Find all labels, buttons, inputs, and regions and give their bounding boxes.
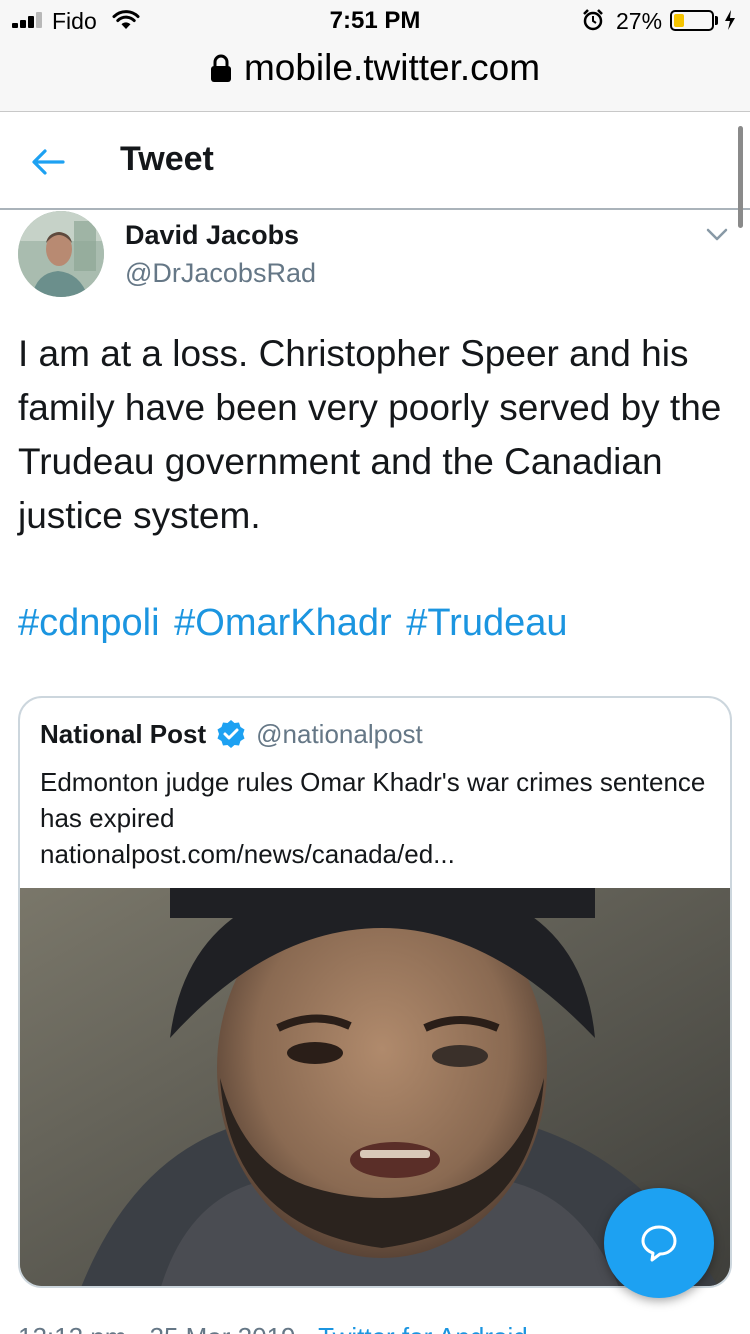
alarm-icon [583,9,603,31]
hashtag-list: #cdnpoli #OmarKhadr #Trudeau [18,596,738,650]
speech-bubble-icon [641,1225,677,1262]
avatar[interactable] [18,211,104,297]
battery-nub [715,16,718,25]
back-button[interactable] [26,140,70,184]
browser-chrome: Fido 7:51 PM 27% mobile.twitter.com [0,0,750,112]
page-header: Tweet [0,112,750,210]
author-name[interactable]: David Jacobs [125,220,299,251]
tweet-timestamp: 12:12 pm · 25 Mar 2019 · [18,1322,318,1334]
tweet-text: I am at a loss. Christopher Speer and hi… [18,333,722,536]
battery-percent: 27% [616,8,663,34]
page-title: Tweet [120,140,214,178]
quoted-tweet-link[interactable]: nationalpost.com/news/canada/ed... [40,836,710,872]
verified-badge-icon [217,720,245,748]
url-text: mobile.twitter.com [243,47,541,88]
battery-level-fill [674,14,684,27]
battery-icon [670,10,714,31]
back-arrow-icon [32,149,65,175]
hashtag-link[interactable]: #Trudeau [406,602,567,644]
quoted-tweet-header: National Post @nationalpost [40,716,423,752]
address-bar[interactable]: mobile.twitter.com [0,42,750,94]
tweet-source-link[interactable]: Twitter for Android [318,1322,528,1334]
compose-reply-button[interactable] [604,1188,714,1298]
status-bar: Fido 7:51 PM 27% [0,0,750,40]
lock-icon [210,54,231,82]
hashtag-link[interactable]: #OmarKhadr [174,602,392,644]
quoted-author-handle: @nationalpost [256,718,423,749]
author-handle[interactable]: @DrJacobsRad [125,258,316,289]
quoted-author-name: National Post [40,718,207,749]
tweet-meta: 12:12 pm · 25 Mar 2019 · Twitter for And… [18,1322,528,1334]
charging-bolt-icon [725,10,735,30]
hashtag-link[interactable]: #cdnpoli [18,602,160,644]
chevron-down-icon[interactable] [700,220,734,250]
avatar-photo [18,211,104,297]
scrollbar[interactable] [738,126,743,228]
quoted-tweet-text: Edmonton judge rules Omar Khadr's war cr… [40,767,706,833]
